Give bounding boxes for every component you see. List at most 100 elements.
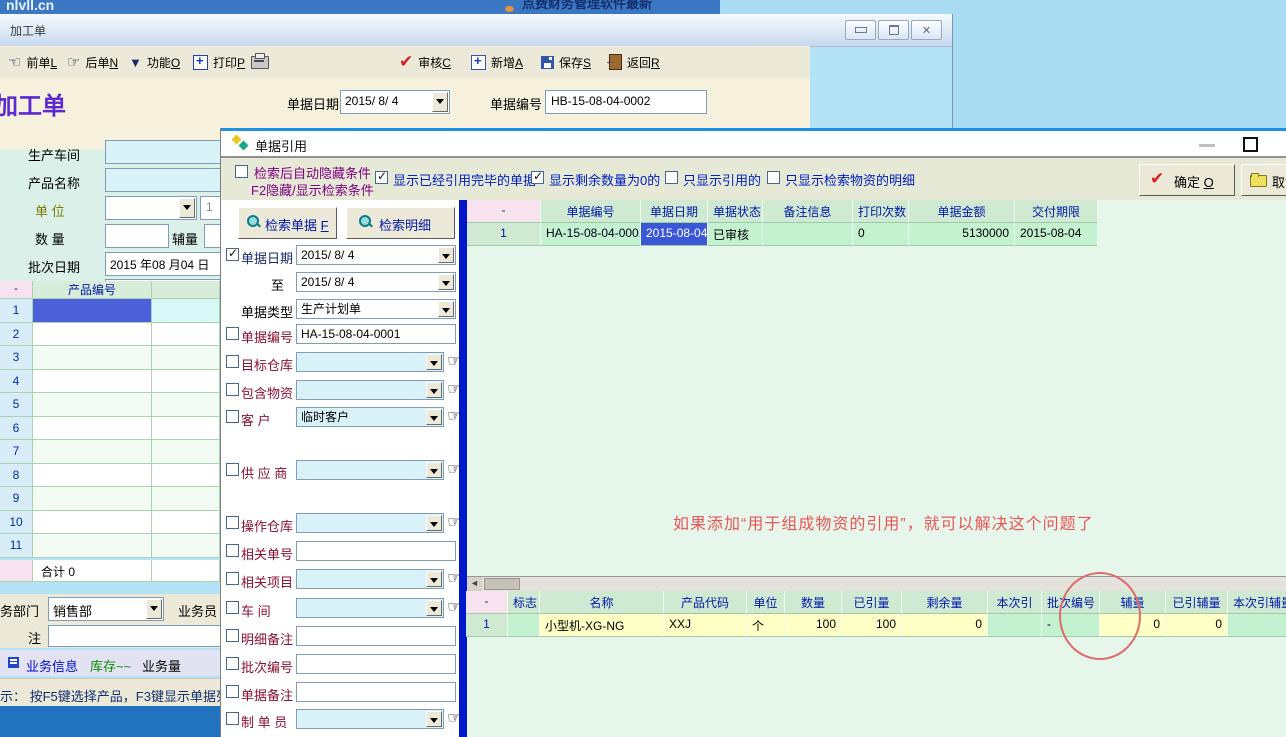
customer-checkbox[interactable] (226, 410, 239, 423)
new-doc-button[interactable]: 新增A (468, 51, 526, 73)
doc-row-docno[interactable]: HA-15-08-04-0001 (541, 223, 641, 246)
table-row[interactable]: 4 (0, 370, 220, 394)
docno-checkbox[interactable] (226, 327, 239, 340)
only-ref-checkbox[interactable] (665, 171, 678, 184)
material-checkbox[interactable] (226, 383, 239, 396)
doc-row-date-selected[interactable]: 2015-08-04 (641, 223, 708, 246)
det-row-batchno[interactable]: - (1042, 614, 1100, 637)
det-col-auxqty[interactable]: 辅量 (1100, 591, 1166, 614)
dialog-titlebar[interactable]: 单据引用 (221, 131, 1286, 156)
supplier-dropdown-icon[interactable] (426, 462, 442, 478)
det-row-auxqty[interactable]: 0 (1100, 614, 1166, 637)
det-col-remaining[interactable]: 剩余量 (902, 591, 988, 614)
prev-doc-button[interactable]: ☜ 前单L (5, 51, 60, 73)
doc-col-docno[interactable]: 单据编号 (541, 200, 641, 223)
det-col-unit[interactable]: 单位 (747, 591, 785, 614)
opwarehouse-dropdown-icon[interactable] (426, 515, 442, 531)
det-row-thisrefaux[interactable] (1228, 614, 1286, 637)
preparer-dropdown-icon[interactable] (426, 711, 442, 727)
doc-col-status[interactable]: 单据状态 (708, 200, 763, 223)
docnote-input[interactable] (296, 682, 456, 702)
show-zero-checkbox[interactable] (531, 171, 544, 184)
det-row-flag[interactable] (508, 614, 540, 637)
dept-dropdown-icon[interactable] (146, 599, 162, 619)
ok-button[interactable]: ✔ 确定 O (1139, 164, 1235, 196)
doc-date-dropdown-icon[interactable] (432, 92, 448, 112)
selected-cell[interactable] (33, 299, 152, 323)
table-row[interactable]: 8 (0, 464, 220, 488)
printer-quick-button[interactable] (248, 51, 272, 73)
unit-dropdown-icon[interactable] (179, 198, 195, 218)
det-col-qty[interactable]: 数量 (785, 591, 842, 614)
close-button[interactable]: ✕ (911, 20, 942, 40)
save-button[interactable]: 保存S (538, 51, 594, 73)
relatedno-input[interactable] (296, 541, 456, 561)
warehouse-select[interactable] (296, 352, 444, 372)
workshop-dropdown-icon[interactable] (426, 600, 442, 616)
supplier-select[interactable] (296, 460, 444, 480)
docdate-checkbox[interactable] (226, 248, 239, 261)
preparer-checkbox[interactable] (226, 712, 239, 725)
maximize-button[interactable] (878, 20, 909, 40)
functions-button[interactable]: ▼ 功能O (126, 51, 183, 73)
doc-col-amount[interactable]: 单据金额 (909, 200, 1015, 223)
doc-date-select[interactable]: 2015/ 8/ 4 (340, 90, 450, 114)
det-row-unit[interactable]: 个 (747, 614, 785, 637)
det-row-refqty[interactable]: 100 (842, 614, 902, 637)
doc-col-printcount[interactable]: 打印次数 (853, 200, 909, 223)
warehouse-dropdown-icon[interactable] (426, 354, 442, 370)
search-doc-button[interactable]: 检索单据 F (238, 207, 337, 239)
doc-row-remark[interactable] (763, 223, 853, 246)
table-row[interactable]: 2 (0, 323, 220, 347)
unit-select[interactable] (105, 196, 197, 220)
table-row[interactable]: 5 (0, 393, 220, 417)
det-col-flag[interactable]: 标志 (508, 591, 540, 614)
det-row-thisref[interactable] (988, 614, 1042, 637)
detailnote-input[interactable] (296, 626, 456, 646)
table-row[interactable]: 1 (0, 299, 220, 323)
auto-hide-checkbox[interactable] (235, 165, 248, 178)
opwarehouse-checkbox[interactable] (226, 516, 239, 529)
dept-select[interactable]: 销售部 (48, 597, 164, 621)
material-select[interactable] (296, 380, 444, 400)
batchno-input[interactable] (296, 654, 456, 674)
next-doc-button[interactable]: ☞ 后单N (64, 51, 121, 73)
stock-link[interactable]: 库存~~ (90, 656, 131, 675)
dialog-minimize-icon[interactable] (1199, 144, 1215, 147)
return-button[interactable]: 返回R (606, 51, 663, 73)
opwarehouse-select[interactable] (296, 513, 444, 533)
doc-col-deadline[interactable]: 交付期限 (1015, 200, 1098, 223)
product-name-input[interactable] (105, 168, 222, 192)
material-dropdown-icon[interactable] (426, 382, 442, 398)
main-window-titlebar[interactable]: 加工单 ✕ (0, 14, 952, 47)
doc-row-amount[interactable]: 5130000 (909, 223, 1015, 246)
doctype-select[interactable]: 生产计划单 (296, 299, 456, 319)
only-detail-checkbox[interactable] (767, 171, 780, 184)
customer-dropdown-icon[interactable] (426, 409, 442, 425)
doc-row-deadline[interactable]: 2015-08-04 (1015, 223, 1098, 246)
show-used-checkbox[interactable] (375, 171, 388, 184)
cancel-button[interactable]: 取消 C (1241, 164, 1286, 196)
unit-factor-box[interactable]: 1 (200, 196, 222, 220)
audit-button[interactable]: ✔ 审核C (396, 51, 454, 73)
table-row[interactable]: 7 (0, 440, 220, 464)
batch-date-input[interactable]: 2015 年08 月04 日 (105, 252, 222, 276)
workshop-select[interactable] (296, 598, 444, 618)
doc-row-printcount[interactable]: 0 (853, 223, 909, 246)
warehouse-checkbox[interactable] (226, 355, 239, 368)
project-checkbox[interactable] (226, 572, 239, 585)
supplier-checkbox[interactable] (226, 463, 239, 476)
doc-no-input[interactable]: HB-15-08-04-0002 (545, 90, 707, 114)
project-dropdown-icon[interactable] (426, 571, 442, 587)
horizontal-scrollbar[interactable]: ◄ (467, 576, 1286, 591)
relatedno-checkbox[interactable] (226, 544, 239, 557)
det-col-name[interactable]: 名称 (540, 591, 664, 614)
quantity-input[interactable] (105, 224, 169, 248)
det-row-refauxqty[interactable]: 0 (1166, 614, 1228, 637)
det-col-refqty[interactable]: 已引量 (842, 591, 902, 614)
table-row[interactable]: 6 (0, 417, 220, 441)
print-button[interactable]: 打印P (190, 51, 248, 73)
dateto-select[interactable]: 2015/ 8/ 4 (296, 272, 456, 292)
det-col-batchno[interactable]: 批次编号 (1042, 591, 1100, 614)
workshop-input[interactable] (105, 140, 222, 164)
